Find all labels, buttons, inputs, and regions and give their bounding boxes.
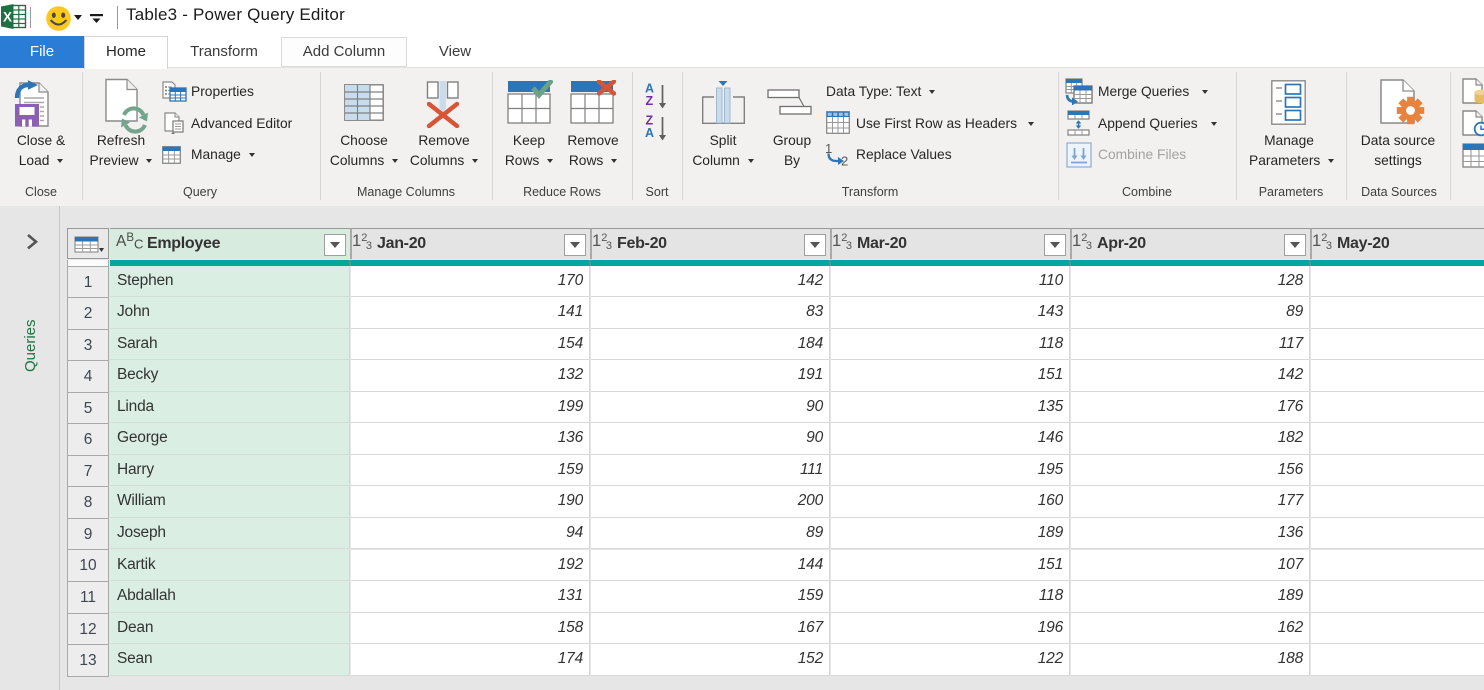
svg-text:X: X <box>3 10 12 25</box>
svg-text:A: A <box>645 126 654 140</box>
svg-text:Z: Z <box>646 94 654 108</box>
svg-text:2: 2 <box>841 154 848 167</box>
